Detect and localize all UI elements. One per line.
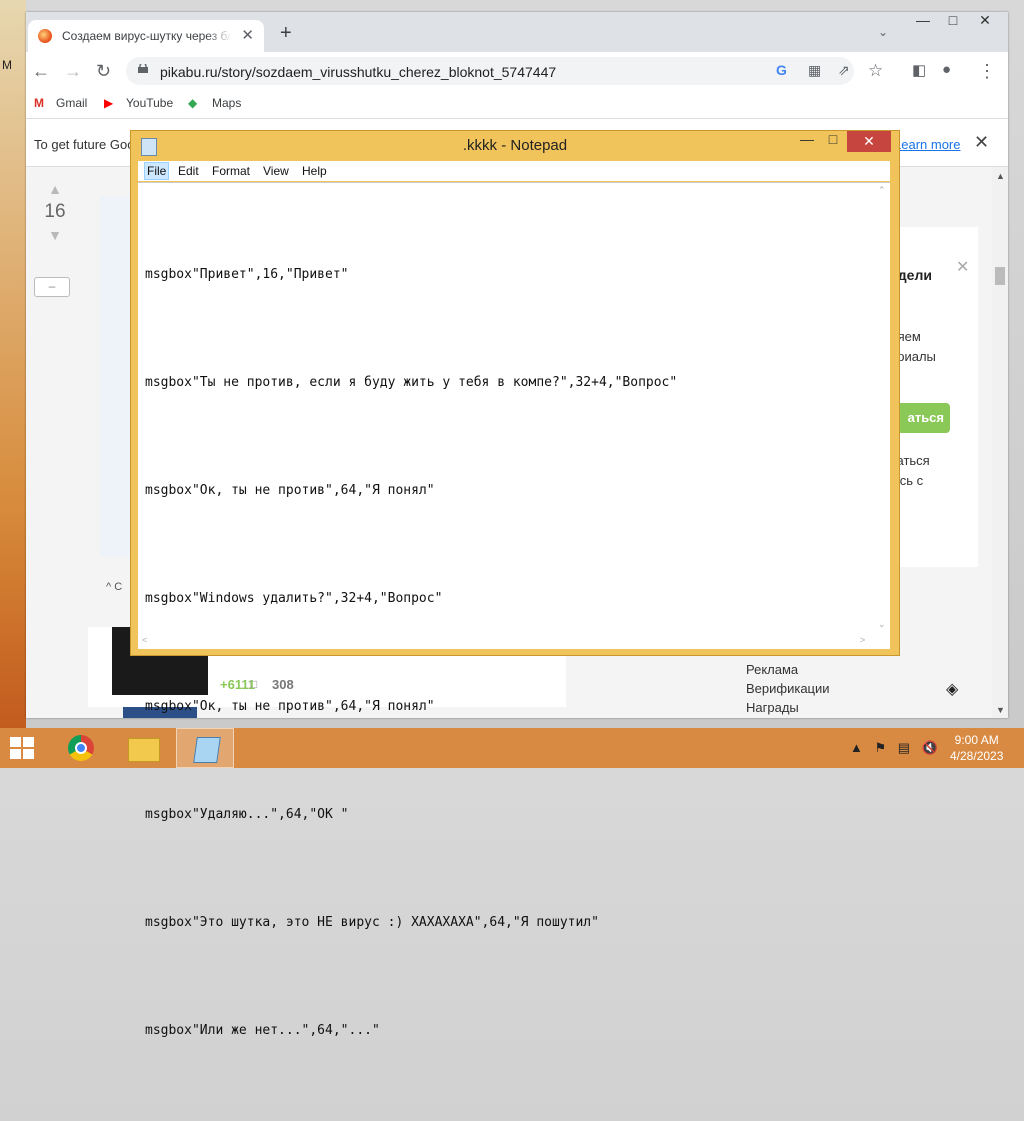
back-icon[interactable]: ← <box>32 61 50 82</box>
notepad-icon <box>193 737 221 763</box>
file-explorer-icon <box>128 738 160 762</box>
code-line: msgbox"Ты не против, если я буду жить у … <box>145 375 678 390</box>
translate-icon[interactable]: ▦ <box>808 62 821 79</box>
taskbar-explorer-button[interactable] <box>114 728 172 768</box>
tab-strip: Создаем вирус-шутку через блокнот ✕ + ⌄ … <box>26 12 1008 52</box>
taskbar-notepad-button[interactable] <box>176 728 234 768</box>
scroll-left-icon[interactable]: < <box>142 635 147 645</box>
share-icon[interactable]: ⇗ <box>838 62 850 79</box>
code-line: msgbox"Или же нет...",64,"..." <box>145 1023 380 1038</box>
network-icon[interactable]: ▤ <box>898 740 910 755</box>
scroll-thumb[interactable] <box>995 267 1005 285</box>
clock-date: 4/28/2023 <box>950 749 1004 763</box>
bookmark-gmail[interactable]: Gmail <box>56 96 87 110</box>
bookmark-star-icon[interactable]: ☆ <box>868 61 883 81</box>
maps-icon: ◆ <box>188 96 198 110</box>
code-line: msgbox"Это шутка, это НЕ вирус :) ХАХАХА… <box>145 915 599 930</box>
notepad-title: .kkkk - Notepad <box>462 137 568 154</box>
volume-muted-icon[interactable]: 🔇 <box>922 740 938 755</box>
learn-more-link[interactable]: Learn more <box>894 137 960 152</box>
footer-links: Реклама Верификации Награды <box>746 662 830 718</box>
scroll-down-icon[interactable]: ▼ <box>996 705 1005 715</box>
footer-link[interactable]: Верификации <box>746 681 830 696</box>
notepad-window: .kkkk - Notepad — □ ✕ File Edit Format V… <box>130 130 900 1038</box>
rating-widget: ▲ 16 ▼ <box>40 181 70 243</box>
tab-title: Создаем вирус-шутку через блокнот <box>62 29 232 43</box>
side-panel-icon[interactable]: ◧ <box>912 61 926 79</box>
tab-close-icon[interactable]: ✕ <box>241 26 254 44</box>
browser-toolbar: ← → ↻ pikabu.ru/story/sozdaem_virusshutk… <box>26 52 1008 90</box>
action-center-flag-icon[interactable]: ⚑ <box>875 740 887 755</box>
youtube-icon: ▶ <box>104 96 114 110</box>
system-tray: ▲ ⚑ ▤ 🔇 <box>850 740 938 756</box>
footer-link[interactable]: Награды <box>746 700 830 715</box>
bookmark-youtube[interactable]: YouTube <box>126 96 173 110</box>
new-tab-button[interactable]: + <box>280 22 292 45</box>
info-bar-close-icon[interactable]: ✕ <box>974 132 989 153</box>
forward-icon[interactable]: → <box>64 61 82 82</box>
minimize-icon[interactable]: — <box>908 12 938 34</box>
taskbar: ▲ ⚑ ▤ 🔇 9:00 AM 4/28/2023 <box>0 728 1024 768</box>
notepad-vertical-scrollbar[interactable]: ⌃ ⌄ <box>874 183 890 633</box>
notepad-menubar: File Edit Format View Help <box>138 161 890 181</box>
code-line: msgbox"Удаляю...",64,"OK " <box>145 807 349 822</box>
code-line: msgbox"Windows удалить?",32+4,"Вопрос" <box>145 591 443 606</box>
maximize-icon[interactable]: □ <box>938 12 968 34</box>
desktop-edge-text: M <box>2 58 12 72</box>
taskbar-clock[interactable]: 9:00 AM 4/28/2023 <box>950 732 1003 764</box>
scroll-down-icon[interactable]: ⌄ <box>878 619 886 630</box>
code-line: msgbox"Ок, ты не против",64,"Я понял" <box>145 483 435 498</box>
tray-expand-icon[interactable]: ▲ <box>850 740 863 755</box>
notepad-close-icon[interactable]: ✕ <box>847 131 891 152</box>
rating-value: 16 <box>44 201 66 222</box>
notepad-text-area[interactable]: msgbox"Привет",16,"Привет" msgbox"Ты не … <box>138 182 890 1038</box>
menu-help[interactable]: Help <box>302 164 327 178</box>
info-bar-text: To get future Goo <box>34 137 135 152</box>
reload-icon[interactable]: ↻ <box>96 61 111 82</box>
chrome-icon <box>68 735 94 761</box>
footer-link[interactable]: Реклама <box>746 662 830 677</box>
notepad-maximize-icon[interactable]: □ <box>819 131 847 153</box>
collapse-label[interactable]: ^ С <box>106 581 122 593</box>
bookmarks-bar: M Gmail ▶ YouTube ◆ Maps <box>26 90 1008 119</box>
taskbar-chrome-button[interactable] <box>52 728 110 768</box>
scroll-up-icon[interactable]: ▲ <box>996 171 1005 181</box>
notepad-content: msgbox"Привет",16,"Привет" msgbox"Ты не … <box>145 185 677 1121</box>
menu-edit[interactable]: Edit <box>178 164 199 178</box>
address-bar[interactable]: pikabu.ru/story/sozdaem_virusshutku_cher… <box>126 57 854 85</box>
windows-start-icon[interactable] <box>10 737 36 759</box>
url-text: pikabu.ru/story/sozdaem_virusshutku_cher… <box>160 64 557 80</box>
profile-avatar-icon[interactable]: ● <box>942 61 951 78</box>
menu-format[interactable]: Format <box>212 164 250 178</box>
code-line: msgbox"Привет",16,"Привет" <box>145 267 349 282</box>
pikabu-favicon-icon <box>38 29 52 43</box>
google-lens-icon[interactable]: G <box>776 62 787 78</box>
menu-view[interactable]: View <box>263 164 289 178</box>
paint-bucket-icon[interactable]: ◈ <box>946 679 958 699</box>
lock-icon <box>138 64 148 73</box>
collapse-post-button[interactable]: – <box>34 277 70 297</box>
clock-time: 9:00 AM <box>954 733 999 747</box>
scroll-right-icon[interactable]: > <box>860 635 865 645</box>
menu-kebab-icon[interactable]: ⋮ <box>978 61 996 82</box>
notepad-minimize-icon[interactable]: — <box>793 131 821 153</box>
browser-tab[interactable]: Создаем вирус-шутку через блокнот ✕ <box>28 20 264 52</box>
desktop-edge: M <box>0 0 26 728</box>
scroll-up-icon[interactable]: ⌃ <box>878 185 886 196</box>
downvote-icon[interactable]: ▼ <box>40 227 70 243</box>
tab-search-chevron-icon[interactable]: ⌄ <box>878 25 888 39</box>
page-scrollbar[interactable]: ▲ ▼ <box>992 167 1008 718</box>
gmail-icon: M <box>34 96 44 110</box>
bookmark-maps[interactable]: Maps <box>212 96 241 110</box>
menu-file[interactable]: File <box>144 162 170 180</box>
upvote-icon[interactable]: ▲ <box>40 181 70 197</box>
close-window-icon[interactable]: ✕ <box>970 12 1000 34</box>
sidebar-close-icon[interactable]: ✕ <box>956 257 969 277</box>
code-line: msgbox"Ок, ты не против",64,"Я понял" <box>145 699 435 714</box>
notepad-horizontal-scrollbar[interactable]: < > <box>138 633 874 649</box>
